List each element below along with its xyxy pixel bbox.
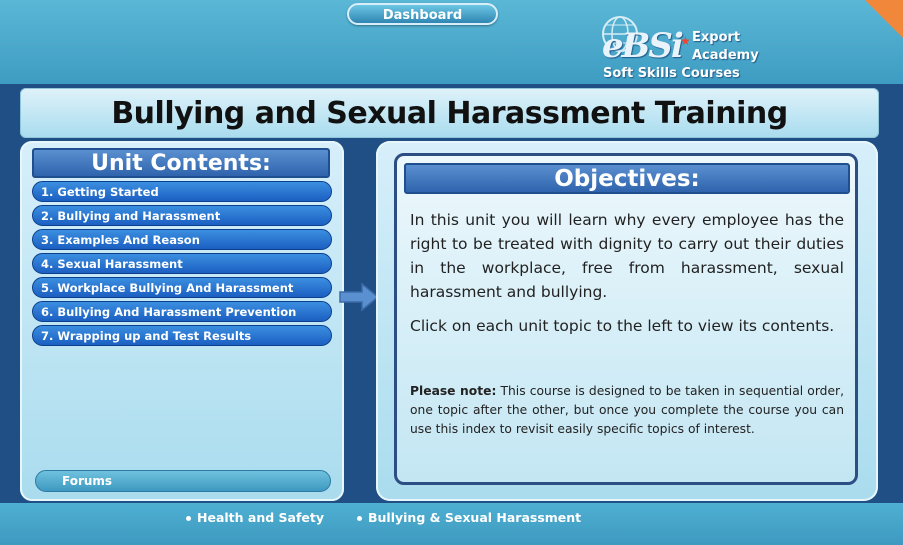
unit-contents-heading: Unit Contents: [32, 148, 330, 178]
star-icon: ★ [680, 34, 691, 48]
breadcrumb-label: Health and Safety [197, 510, 324, 525]
objectives-panel: Objectives: In this unit you will learn … [376, 141, 878, 501]
breadcrumb-health-safety[interactable]: Health and Safety [186, 510, 324, 525]
unit-item-examples-reason[interactable]: 3. Examples And Reason [32, 229, 332, 250]
objectives-heading: Objectives: [404, 163, 850, 194]
arrow-right-icon [339, 282, 380, 312]
objectives-box: Objectives: In this unit you will learn … [394, 153, 858, 485]
unit-contents-panel: Unit Contents: 1. Getting Started 2. Bul… [20, 141, 344, 501]
page-title: Bullying and Sexual Harassment Training [111, 96, 788, 131]
corner-decoration [865, 0, 903, 38]
unit-item-getting-started[interactable]: 1. Getting Started [32, 181, 332, 202]
ebsi-logo: eBSi ★ Export Academy Soft Skills Course… [600, 12, 780, 82]
logo-wordmark: eBSi [602, 26, 684, 66]
unit-item-harassment-prevention[interactable]: 6. Bullying And Harassment Prevention [32, 301, 332, 322]
unit-item-sexual-harassment[interactable]: 4. Sexual Harassment [32, 253, 332, 274]
breadcrumb-bullying[interactable]: Bullying & Sexual Harassment [357, 510, 581, 525]
unit-item-bullying-harassment[interactable]: 2. Bullying and Harassment [32, 205, 332, 226]
unit-item-workplace-bullying[interactable]: 5. Workplace Bullying And Harassment [32, 277, 332, 298]
objectives-note: Please note: This course is designed to … [410, 382, 844, 439]
unit-item-wrapping-up[interactable]: 7. Wrapping up and Test Results [32, 325, 332, 346]
objectives-paragraph-2: Click on each unit topic to the left to … [410, 317, 835, 335]
note-label: Please note: [410, 384, 497, 398]
logo-export-text: Export [692, 30, 741, 45]
objectives-paragraph-1: In this unit you will learn why every em… [410, 211, 844, 301]
logo-subtitle: Soft Skills Courses [603, 66, 740, 81]
logo-academy-text: Academy [692, 48, 759, 63]
breadcrumb-label: Bullying & Sexual Harassment [368, 510, 582, 525]
bullet-icon [186, 516, 191, 521]
page-title-bar: Bullying and Sexual Harassment Training [20, 88, 879, 138]
dashboard-button[interactable]: Dashboard [347, 3, 498, 25]
app-frame: Dashboard eBSi ★ Export Academy Soft Ski… [0, 0, 903, 545]
objectives-text: In this unit you will learn why every em… [410, 208, 844, 348]
unit-list: 1. Getting Started 2. Bullying and Haras… [32, 181, 332, 349]
forums-button[interactable]: Forums [35, 470, 331, 492]
bullet-icon [357, 516, 362, 521]
